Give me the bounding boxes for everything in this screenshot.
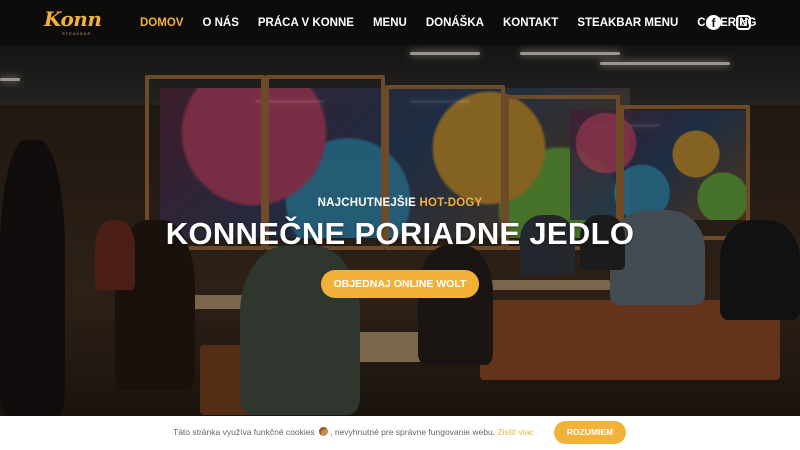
nav-item-domov[interactable]: DOMOV bbox=[140, 17, 183, 29]
cookie-text: Táto stránka využíva funkčné cookies , n… bbox=[173, 427, 534, 437]
top-navbar: Konn STEAKBAR DOMOV O NÁS PRÁCA V KONNE … bbox=[0, 0, 800, 45]
cookie-text-after: , nevyhnutné pre správne fungovanie webu… bbox=[330, 427, 496, 437]
nav-item-donaska[interactable]: DONÁŠKA bbox=[426, 17, 484, 29]
nav-menu: DOMOV O NÁS PRÁCA V KONNE MENU DONÁŠKA K… bbox=[140, 0, 775, 45]
nav-item-kontakt[interactable]: KONTAKT bbox=[503, 17, 558, 29]
nav-item-o-nas[interactable]: O NÁS bbox=[202, 17, 238, 29]
hero-eyebrow-prefix: NAJCHUTNEJŠIE bbox=[317, 197, 417, 209]
cookie-icon bbox=[319, 427, 329, 436]
hero-headline: KONNEČNE PORIADNE JEDLO bbox=[165, 216, 635, 251]
cookie-accept-button[interactable]: ROZUMIEM bbox=[554, 421, 626, 444]
cookie-text-before: Táto stránka využíva funkčné cookies bbox=[173, 427, 315, 437]
hero-eyebrow-highlight: HOT-DOGY bbox=[419, 197, 483, 209]
facebook-icon[interactable]: f bbox=[706, 15, 721, 30]
cookie-learn-more-link[interactable]: Zistiť viac bbox=[497, 427, 533, 437]
instagram-icon[interactable] bbox=[736, 15, 751, 30]
hero-eyebrow: NAJCHUTNEJŠIE HOT-DOGY bbox=[0, 197, 800, 209]
nav-item-steakbar-menu[interactable]: STEAKBAR MENU bbox=[577, 17, 678, 29]
logo-subtext: STEAKBAR bbox=[62, 31, 92, 36]
order-wolt-button[interactable]: OBJEDNAJ ONLINE WOLT bbox=[321, 270, 479, 298]
nav-item-praca-v-konne[interactable]: PRÁCA V KONNE bbox=[258, 17, 354, 29]
cookie-banner: Táto stránka využíva funkčné cookies , n… bbox=[0, 416, 800, 450]
nav-item-menu[interactable]: MENU bbox=[373, 17, 407, 29]
logo[interactable]: Konn bbox=[44, 7, 102, 31]
